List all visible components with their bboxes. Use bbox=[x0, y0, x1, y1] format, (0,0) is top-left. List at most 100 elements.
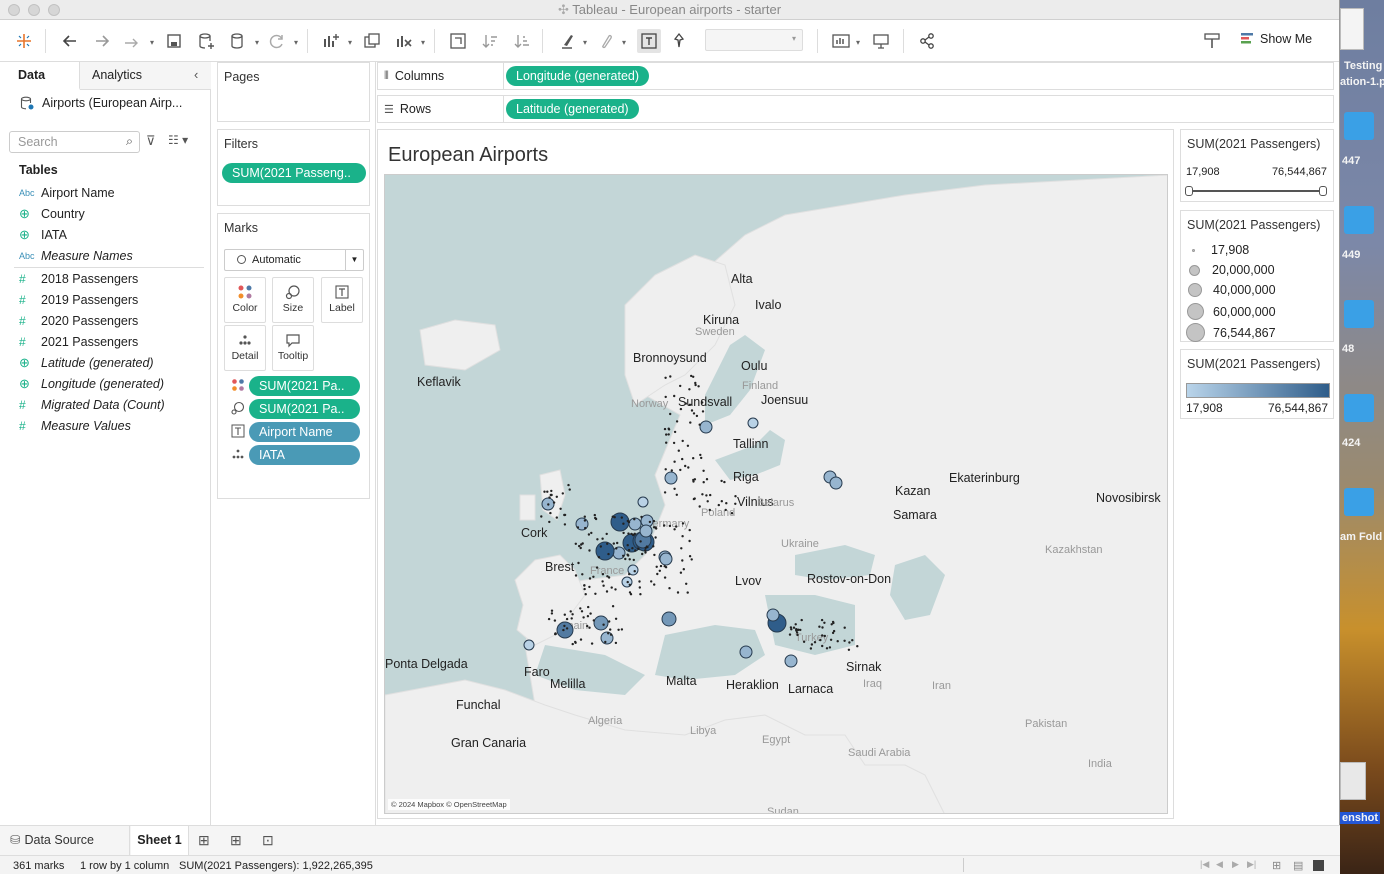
show-mark-labels-icon[interactable] bbox=[637, 29, 661, 53]
airport-mark[interactable] bbox=[562, 628, 565, 632]
desktop-folder-icon[interactable] bbox=[1344, 488, 1374, 516]
new-datasource-icon[interactable] bbox=[194, 29, 218, 53]
next-page-icon[interactable]: ▶ bbox=[1232, 859, 1239, 870]
airport-mark[interactable] bbox=[594, 592, 597, 595]
airport-mark[interactable] bbox=[581, 573, 584, 576]
airport-mark[interactable] bbox=[800, 618, 803, 622]
undo-icon[interactable] bbox=[58, 29, 82, 53]
airport-mark[interactable] bbox=[547, 617, 551, 621]
collapse-pane-icon[interactable]: ‹ bbox=[194, 67, 198, 82]
airport-mark[interactable] bbox=[796, 628, 800, 631]
airport-mark[interactable] bbox=[821, 626, 824, 629]
airport-mark[interactable] bbox=[688, 388, 691, 391]
airport-mark[interactable] bbox=[586, 624, 589, 628]
airport-mark[interactable] bbox=[698, 423, 701, 426]
airport-mark[interactable] bbox=[681, 559, 684, 562]
airport-mark[interactable] bbox=[695, 414, 699, 418]
field-item[interactable]: #2021 Passengers bbox=[19, 331, 138, 352]
airport-mark[interactable] bbox=[679, 571, 683, 574]
sort-ascending-icon[interactable] bbox=[478, 29, 502, 53]
size-legend-card[interactable]: SUM(2021 Passengers) 17,908 20,000,000 4… bbox=[1180, 210, 1334, 342]
airport-mark[interactable] bbox=[689, 421, 692, 424]
redo-icon[interactable] bbox=[90, 29, 114, 53]
airport-mark[interactable] bbox=[601, 580, 604, 583]
airport-mark[interactable] bbox=[663, 565, 666, 568]
color-pill[interactable]: SUM(2021 Pa.. bbox=[249, 376, 360, 396]
airport-mark[interactable] bbox=[688, 539, 691, 543]
airport-mark[interactable] bbox=[587, 605, 590, 609]
airport-mark[interactable] bbox=[645, 545, 649, 548]
airport-mark[interactable] bbox=[652, 545, 655, 548]
airport-mark[interactable] bbox=[596, 538, 599, 541]
duplicate-sheet-icon[interactable] bbox=[360, 29, 384, 53]
airport-mark[interactable] bbox=[673, 487, 676, 490]
close-window-button[interactable] bbox=[8, 4, 20, 16]
airport-mark[interactable] bbox=[580, 610, 584, 613]
airport-mark[interactable] bbox=[686, 444, 690, 447]
airport-mark[interactable] bbox=[788, 633, 792, 636]
airport-mark[interactable] bbox=[548, 520, 551, 524]
airport-mark[interactable] bbox=[667, 433, 670, 436]
filter-range-slider[interactable] bbox=[1185, 186, 1327, 196]
fix-axes-icon[interactable] bbox=[667, 29, 691, 53]
airport-mark[interactable] bbox=[701, 401, 704, 404]
airport-mark[interactable] bbox=[638, 586, 641, 589]
airport-mark[interactable] bbox=[823, 634, 826, 638]
highlight-icon[interactable] bbox=[556, 29, 580, 53]
airport-mark[interactable] bbox=[688, 528, 691, 532]
airport-mark[interactable] bbox=[565, 617, 569, 621]
airport-mark[interactable] bbox=[665, 441, 668, 444]
rows-shelf[interactable]: ☰ Rows Latitude (generated) bbox=[377, 95, 1334, 123]
detail-pill[interactable]: IATA bbox=[249, 445, 360, 465]
airport-mark[interactable] bbox=[663, 427, 667, 431]
airport-mark[interactable] bbox=[675, 493, 678, 496]
airport-mark[interactable] bbox=[644, 549, 647, 552]
airport-mark[interactable] bbox=[570, 617, 573, 620]
airport-mark[interactable] bbox=[576, 526, 580, 529]
share-icon[interactable] bbox=[915, 29, 939, 53]
field-item[interactable]: # Migrated Data (Count) bbox=[19, 394, 165, 415]
field-item[interactable]: Abc Airport Name bbox=[19, 182, 115, 203]
airport-mark[interactable] bbox=[663, 524, 666, 527]
airport-mark[interactable] bbox=[709, 493, 712, 497]
airport-mark[interactable] bbox=[792, 626, 796, 629]
desktop-file-thumbnail[interactable] bbox=[1340, 8, 1364, 50]
filter-legend-card[interactable]: SUM(2021 Passengers) 17,908 76,544,867 bbox=[1180, 129, 1334, 202]
airport-mark[interactable] bbox=[813, 641, 817, 644]
airport-mark[interactable] bbox=[610, 512, 630, 532]
airport-mark[interactable] bbox=[688, 555, 692, 558]
pages-card[interactable]: Pages bbox=[217, 62, 370, 122]
airport-mark[interactable] bbox=[574, 542, 577, 545]
airport-mark[interactable] bbox=[655, 527, 658, 530]
airport-mark[interactable] bbox=[653, 583, 656, 586]
airport-mark[interactable] bbox=[663, 576, 667, 579]
airport-mark[interactable] bbox=[828, 646, 832, 649]
airport-mark[interactable] bbox=[640, 515, 643, 519]
first-page-icon[interactable]: |◀ bbox=[1200, 859, 1209, 870]
tab-data[interactable]: Data bbox=[0, 62, 80, 90]
airport-mark[interactable] bbox=[607, 632, 610, 635]
airport-mark[interactable] bbox=[679, 407, 683, 411]
airport-mark[interactable] bbox=[584, 593, 587, 596]
show-tabs-icon[interactable] bbox=[1313, 860, 1324, 871]
airport-mark[interactable] bbox=[669, 412, 672, 416]
airport-mark[interactable] bbox=[633, 570, 636, 573]
airport-mark[interactable] bbox=[639, 540, 642, 543]
slider-handle-max[interactable] bbox=[1319, 186, 1327, 196]
airport-mark[interactable] bbox=[734, 502, 737, 505]
airport-mark[interactable] bbox=[794, 623, 797, 626]
airport-mark[interactable] bbox=[590, 642, 594, 645]
airport-mark[interactable] bbox=[795, 631, 799, 634]
airport-mark[interactable] bbox=[700, 456, 703, 460]
airport-mark[interactable] bbox=[680, 547, 683, 550]
airport-mark[interactable] bbox=[583, 584, 586, 587]
airport-mark[interactable] bbox=[843, 626, 846, 629]
airport-mark[interactable] bbox=[789, 626, 793, 629]
airport-mark[interactable] bbox=[632, 533, 635, 537]
airport-mark[interactable] bbox=[569, 610, 572, 613]
airport-mark[interactable] bbox=[664, 468, 667, 471]
airport-mark[interactable] bbox=[664, 395, 667, 399]
airport-mark[interactable] bbox=[550, 489, 553, 493]
field-search-input[interactable]: Search ⌕ bbox=[9, 131, 140, 153]
airport-mark[interactable] bbox=[555, 516, 558, 519]
